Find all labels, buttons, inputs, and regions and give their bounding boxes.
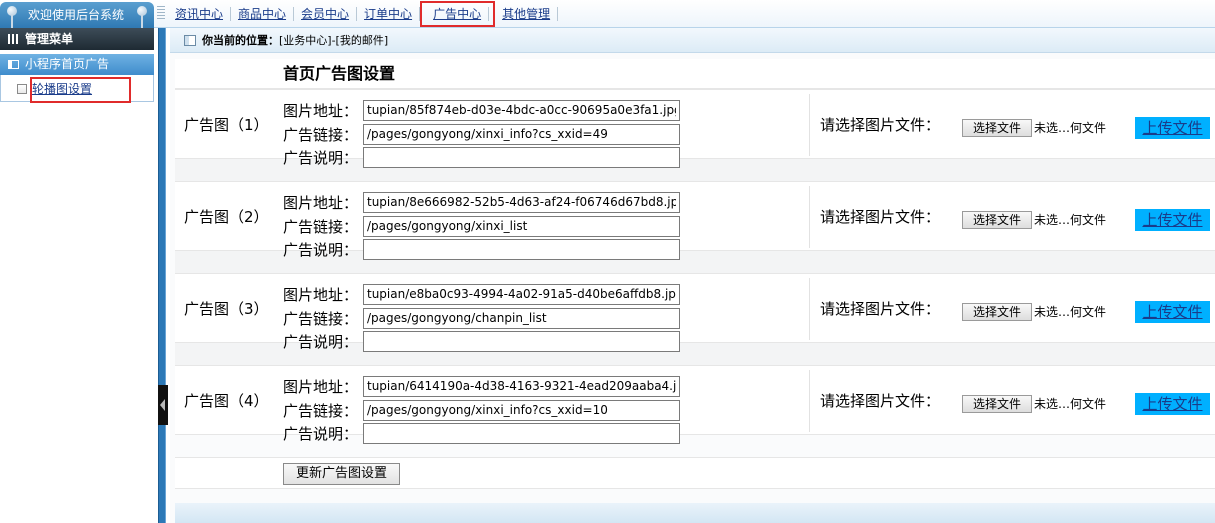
collapse-arrow-icon bbox=[160, 399, 165, 411]
pick-file-label: 请选择图片文件： bbox=[820, 208, 941, 226]
upload-button[interactable]: 上传文件 bbox=[1135, 209, 1210, 231]
pin-icon bbox=[6, 6, 18, 28]
ad-row-label: 广告图（3） bbox=[184, 300, 269, 318]
no-file-text: 未选…何文件 bbox=[1034, 305, 1107, 319]
link-label: 广告链接： bbox=[283, 217, 359, 236]
pick-file-label: 请选择图片文件： bbox=[820, 116, 941, 134]
nav-ads[interactable]: 广告中心 bbox=[420, 1, 496, 27]
link-label: 广告链接： bbox=[283, 125, 359, 144]
link-url-input[interactable] bbox=[363, 307, 680, 329]
form-title: 首页广告图设置 bbox=[175, 59, 1215, 89]
link-label: 广告链接： bbox=[283, 309, 359, 328]
desc-input[interactable] bbox=[363, 146, 680, 168]
choose-file-button[interactable]: 选择文件 bbox=[962, 303, 1032, 321]
menu-header: 管理菜单 bbox=[0, 28, 154, 50]
ad-row: 广告图（3） 图片地址： 广告链接： 广告说明： 请选择图片文件： 选择文件 未… bbox=[175, 273, 1215, 352]
column-divider bbox=[809, 186, 810, 248]
nav-members[interactable]: 会员中心 bbox=[294, 7, 358, 21]
no-file-text: 未选…何文件 bbox=[1034, 213, 1107, 227]
link-url-input[interactable] bbox=[363, 215, 680, 237]
desc-input[interactable] bbox=[363, 330, 680, 352]
column-divider bbox=[809, 370, 810, 432]
grip-icon bbox=[157, 6, 165, 20]
upload-button[interactable]: 上传文件 bbox=[1135, 117, 1210, 139]
desc-label: 广告说明： bbox=[283, 148, 359, 167]
image-url-input[interactable] bbox=[363, 283, 680, 305]
breadcrumb-path: [业务中心]-[我的邮件] bbox=[279, 34, 389, 47]
ad-row: 广告图（2） 图片地址： 广告链接： 广告说明： 请选择图片文件： 选择文件 未… bbox=[175, 181, 1215, 260]
link-url-input[interactable] bbox=[363, 123, 680, 145]
image-field-row: 图片地址： bbox=[283, 283, 680, 305]
image-field-row: 图片地址： bbox=[283, 375, 680, 397]
desc-field-row: 广告说明： bbox=[283, 422, 680, 444]
choose-file-button[interactable]: 选择文件 bbox=[962, 395, 1032, 413]
book-icon bbox=[8, 60, 19, 69]
link-field-row: 广告链接： bbox=[283, 399, 680, 421]
image-field-row: 图片地址： bbox=[283, 191, 680, 213]
collapse-handle[interactable] bbox=[158, 385, 168, 425]
column-divider bbox=[809, 94, 810, 156]
desc-label: 广告说明： bbox=[283, 240, 359, 259]
ad-row: 广告图（1） 图片地址： 广告链接： 广告说明： 请选择图片文件： 选择文件 未… bbox=[175, 89, 1215, 168]
no-file-text: 未选…何文件 bbox=[1034, 121, 1107, 135]
choose-file-button[interactable]: 选择文件 bbox=[962, 211, 1032, 229]
link-field-row: 广告链接： bbox=[283, 123, 680, 145]
menu-title: 管理菜单 bbox=[25, 32, 74, 46]
link-field-row: 广告链接： bbox=[283, 307, 680, 329]
bottom-strip bbox=[175, 503, 1215, 523]
link-field-row: 广告链接： bbox=[283, 215, 680, 237]
main-panel: 你当前的位置： [业务中心]-[我的邮件] 首页广告图设置 广告图（1） 图片地… bbox=[170, 28, 1215, 523]
breadcrumb-prefix: 你当前的位置： bbox=[202, 34, 279, 47]
welcome-banner: 欢迎使用后台系统 bbox=[0, 2, 154, 28]
pick-file-label: 请选择图片文件： bbox=[820, 392, 941, 410]
column-divider bbox=[809, 278, 810, 340]
breadcrumb: 你当前的位置： [业务中心]-[我的邮件] bbox=[170, 28, 1215, 53]
pick-file-label: 请选择图片文件： bbox=[820, 300, 941, 318]
choose-file-button[interactable]: 选择文件 bbox=[962, 119, 1032, 137]
ad-row-label: 广告图（1） bbox=[184, 116, 269, 134]
page-icon bbox=[17, 83, 27, 94]
desc-field-row: 广告说明： bbox=[283, 146, 680, 168]
upload-button[interactable]: 上传文件 bbox=[1135, 393, 1210, 415]
highlight-box bbox=[30, 77, 131, 103]
desc-input[interactable] bbox=[363, 422, 680, 444]
nav-orders[interactable]: 订单中心 bbox=[357, 7, 421, 21]
desc-input[interactable] bbox=[363, 238, 680, 260]
grid-icon bbox=[8, 34, 20, 44]
desc-label: 广告说明： bbox=[283, 332, 359, 351]
image-field-row: 图片地址： bbox=[283, 99, 680, 121]
link-label: 广告链接： bbox=[283, 401, 359, 420]
top-nav: 资讯中心 商品中心 会员中心 订单中心 广告中心 其他管理 bbox=[168, 0, 559, 28]
upload-button[interactable]: 上传文件 bbox=[1135, 301, 1210, 323]
ad-row-label: 广告图（4） bbox=[184, 392, 269, 410]
menu-group-title: 小程序首页广告 bbox=[25, 57, 110, 71]
document-icon bbox=[184, 34, 196, 46]
ad-row-label: 广告图（2） bbox=[184, 208, 269, 226]
image-label: 图片地址： bbox=[283, 193, 359, 212]
no-file-text: 未选…何文件 bbox=[1034, 397, 1107, 411]
ad-row: 广告图（4） 图片地址： 广告链接： 广告说明： 请选择图片文件： 选择文件 未… bbox=[175, 365, 1215, 444]
pin-icon bbox=[136, 6, 148, 28]
splitter[interactable] bbox=[158, 28, 166, 523]
nav-news[interactable]: 资讯中心 bbox=[168, 7, 232, 21]
image-label: 图片地址： bbox=[283, 377, 359, 396]
image-url-input[interactable] bbox=[363, 375, 680, 397]
desc-field-row: 广告说明： bbox=[283, 238, 680, 260]
image-label: 图片地址： bbox=[283, 285, 359, 304]
desc-label: 广告说明： bbox=[283, 424, 359, 443]
welcome-text: 欢迎使用后台系统 bbox=[28, 8, 125, 22]
nav-other[interactable]: 其他管理 bbox=[495, 7, 559, 21]
update-ads-button[interactable]: 更新广告图设置 bbox=[283, 463, 400, 485]
form-footer: 更新广告图设置 bbox=[175, 457, 1215, 489]
nav-products[interactable]: 商品中心 bbox=[231, 7, 295, 21]
link-url-input[interactable] bbox=[363, 399, 680, 421]
image-url-input[interactable] bbox=[363, 191, 680, 213]
ad-settings-form: 首页广告图设置 广告图（1） 图片地址： 广告链接： 广告说明： 请选择图片文件… bbox=[175, 59, 1215, 489]
top-bar: 欢迎使用后台系统 资讯中心 商品中心 会员中心 订单中心 广告中心 其他管理 bbox=[0, 0, 1215, 28]
desc-field-row: 广告说明： bbox=[283, 330, 680, 352]
image-url-input[interactable] bbox=[363, 99, 680, 121]
menu-group-header[interactable]: 小程序首页广告 bbox=[0, 54, 154, 75]
image-label: 图片地址： bbox=[283, 101, 359, 120]
